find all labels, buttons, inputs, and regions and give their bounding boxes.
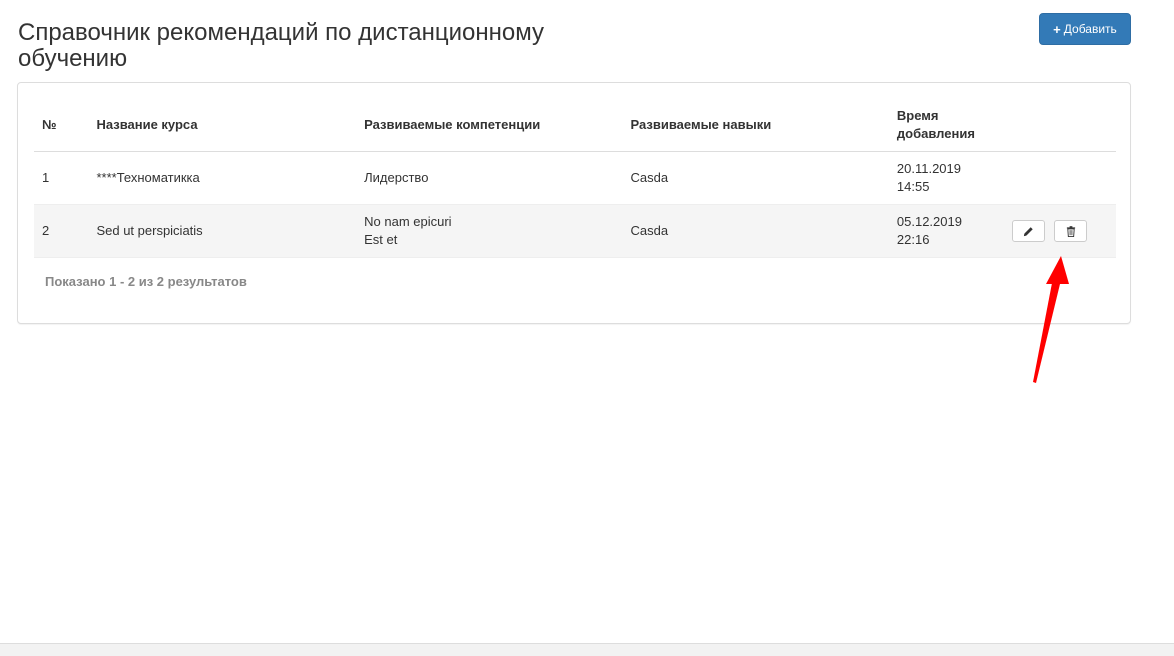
results-panel: № Название курса Развиваемые компетенции… xyxy=(17,82,1131,324)
competency: Est et xyxy=(364,232,398,247)
column-header-added-time[interactable]: Время добавления xyxy=(888,99,1005,152)
course-name: Sed ut perspiciatis xyxy=(88,204,357,258)
actions-cell xyxy=(1004,204,1116,258)
added-date: 05.12.2019 xyxy=(896,214,962,229)
pencil-icon xyxy=(1024,226,1034,236)
column-header-course[interactable]: Название курса xyxy=(88,99,357,152)
competency: Лидерство xyxy=(364,170,429,185)
table-row: 1 ****Техноматикка Лидерство Casda 20.11… xyxy=(34,151,1116,205)
page-title: Справочник рекомендаций по дистанционном… xyxy=(18,19,545,72)
added-date: 20.11.2019 xyxy=(896,161,961,176)
table-row: 2 Sed ut perspiciatis No nam epicuri Est… xyxy=(34,204,1116,258)
page: Справочник рекомендаций по дистанционном… xyxy=(0,0,1174,656)
row-number: 2 xyxy=(34,204,89,258)
column-header-number[interactable]: № xyxy=(34,99,89,152)
row-number: 1 xyxy=(34,151,89,205)
results-summary: Показано 1 - 2 из 2 результатов xyxy=(45,274,247,289)
trash-icon xyxy=(1066,225,1076,237)
added-time: 14:55 xyxy=(896,179,930,194)
footer-bar xyxy=(0,643,1174,656)
plus-icon: + xyxy=(1053,21,1061,37)
skills-cell: Casda xyxy=(622,151,889,205)
added-time-cell: 20.11.2019 14:55 xyxy=(888,151,1005,205)
competencies-cell: Лидерство xyxy=(356,151,623,205)
course-name: ****Техноматикка xyxy=(88,151,357,205)
added-time-cell: 05.12.2019 22:16 xyxy=(888,204,1005,258)
column-header-competencies[interactable]: Развиваемые компетенции xyxy=(356,99,623,152)
skills-cell: Casda xyxy=(622,204,889,258)
row-actions xyxy=(1012,220,1108,242)
added-time: 22:16 xyxy=(896,232,930,247)
recommendations-table: № Название курса Развиваемые компетенции… xyxy=(34,99,1116,258)
table-header-row: № Название курса Развиваемые компетенции… xyxy=(34,99,1116,152)
actions-cell xyxy=(1004,151,1116,205)
add-button-label: Добавить xyxy=(1063,22,1117,36)
delete-button[interactable] xyxy=(1054,220,1088,242)
column-header-skills[interactable]: Развиваемые навыки xyxy=(622,99,889,152)
competencies-cell: No nam epicuri Est et xyxy=(356,204,623,258)
edit-button[interactable] xyxy=(1012,220,1046,242)
competency: No nam epicuri xyxy=(364,214,452,229)
add-button[interactable]: + Добавить xyxy=(1039,13,1131,45)
column-header-actions xyxy=(1004,99,1116,152)
